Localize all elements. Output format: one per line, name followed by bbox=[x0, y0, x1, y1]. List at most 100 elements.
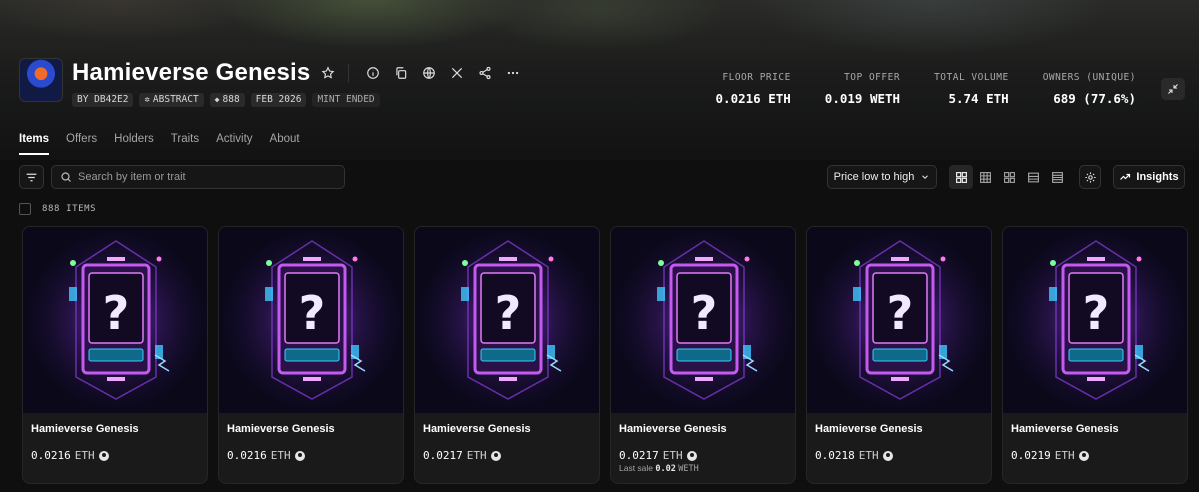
item-card[interactable]: ? Hamieverse Genesis 0.0217 ETH Last sal… bbox=[610, 226, 796, 484]
svg-text:?: ? bbox=[887, 286, 914, 340]
chain-label: ABSTRACT bbox=[152, 94, 199, 105]
item-name: Hamieverse Genesis bbox=[227, 423, 335, 435]
item-price-currency: ETH bbox=[74, 449, 95, 462]
item-image[interactable]: ? bbox=[415, 227, 599, 413]
collection-tags: BY DB42E2 ✲ ABSTRACT ◆ 888 FEB 2026 MINT… bbox=[72, 93, 380, 107]
search-icon bbox=[61, 172, 71, 182]
info-icon[interactable] bbox=[363, 63, 383, 83]
item-card[interactable]: ? Hamieverse Genesis 0.0218 ETH bbox=[806, 226, 992, 484]
item-card[interactable]: ? Hamieverse Genesis 0.0219 ETH bbox=[1002, 226, 1188, 484]
chain-tag[interactable]: ✲ ABSTRACT bbox=[139, 93, 204, 107]
stat-value: 0.019 WETH bbox=[824, 91, 901, 106]
item-image[interactable]: ? bbox=[23, 227, 207, 413]
last-sale-value: 0.02 bbox=[655, 464, 676, 474]
tab-items[interactable]: Items bbox=[19, 133, 50, 155]
last-sale-currency: WETH bbox=[678, 464, 699, 474]
item-price-value: 0.0218 bbox=[815, 449, 855, 462]
list-icon bbox=[1027, 172, 1039, 182]
chevron-down-icon bbox=[922, 175, 929, 180]
search-box[interactable] bbox=[51, 165, 345, 189]
abstract-chain-icon bbox=[686, 450, 697, 461]
sort-dropdown[interactable]: Price low to high bbox=[827, 165, 937, 189]
tab-traits[interactable]: Traits bbox=[171, 133, 199, 155]
last-sale-label: Last sale bbox=[619, 463, 654, 473]
item-price-value: 0.0216 bbox=[31, 449, 71, 462]
view-gallery-button[interactable] bbox=[997, 165, 1021, 189]
settings-button[interactable] bbox=[1079, 165, 1101, 189]
divider bbox=[348, 64, 350, 82]
item-name: Hamieverse Genesis bbox=[31, 423, 139, 435]
view-mode-toggle bbox=[949, 165, 1069, 189]
mystery-card-art: ? bbox=[36, 240, 196, 400]
view-list-button[interactable] bbox=[1021, 165, 1045, 189]
select-all-checkbox[interactable] bbox=[19, 203, 31, 215]
stat-value: 689 (77.6%) bbox=[1053, 91, 1136, 106]
view-small-grid-button[interactable] bbox=[973, 165, 997, 189]
item-image[interactable]: ? bbox=[807, 227, 991, 413]
tab-activity[interactable]: Activity bbox=[216, 133, 252, 155]
view-large-grid-button[interactable] bbox=[949, 165, 973, 189]
star-icon[interactable] bbox=[318, 63, 338, 83]
item-name: Hamieverse Genesis bbox=[423, 423, 531, 435]
stat-value: 0.0216 ETH bbox=[715, 91, 791, 106]
items-grid: ? Hamieverse Genesis 0.0216 ETH ? Hamiev… bbox=[22, 226, 1188, 484]
item-name: Hamieverse Genesis bbox=[815, 423, 923, 435]
mystery-card-art: ? bbox=[624, 240, 784, 400]
date-label: FEB 2026 bbox=[255, 94, 302, 105]
item-price-currency: ETH bbox=[270, 449, 291, 462]
collapse-icon bbox=[1168, 84, 1178, 94]
item-image[interactable]: ? bbox=[1003, 227, 1187, 413]
insights-label: Insights bbox=[1136, 171, 1179, 183]
small-grid-icon bbox=[979, 171, 991, 183]
more-icon[interactable] bbox=[503, 63, 523, 83]
copy-icon[interactable] bbox=[391, 63, 411, 83]
item-price-currency: ETH bbox=[662, 449, 683, 462]
gear-icon bbox=[1084, 171, 1096, 183]
stat-floor-price: FLOOR PRICE 0.0216 ETH bbox=[716, 72, 791, 106]
collapse-stats-button[interactable] bbox=[1161, 78, 1185, 100]
last-sale: Last sale 0.02 WETH bbox=[619, 463, 699, 474]
item-card[interactable]: ? Hamieverse Genesis 0.0216 ETH bbox=[22, 226, 208, 484]
mint-status-tag: MINT ENDED bbox=[312, 93, 380, 107]
supply-label: 888 bbox=[222, 94, 240, 105]
filter-button[interactable] bbox=[19, 165, 44, 189]
stat-top-offer: TOP OFFER 0.019 WETH bbox=[825, 72, 900, 106]
item-price: 0.0219 ETH bbox=[1011, 449, 1089, 462]
svg-text:?: ? bbox=[299, 286, 326, 340]
tab-offers[interactable]: Offers bbox=[66, 133, 97, 155]
globe-icon[interactable] bbox=[419, 63, 439, 83]
item-image[interactable]: ? bbox=[219, 227, 403, 413]
stat-label: OWNERS (UNIQUE) bbox=[1042, 72, 1136, 83]
item-card[interactable]: ? Hamieverse Genesis 0.0217 ETH bbox=[414, 226, 600, 484]
supply-tag: ◆ 888 bbox=[209, 93, 245, 107]
abstract-chain-icon bbox=[490, 450, 501, 461]
view-table-button[interactable] bbox=[1045, 165, 1069, 189]
share-icon[interactable] bbox=[475, 63, 495, 83]
date-tag: FEB 2026 bbox=[250, 93, 307, 107]
item-card[interactable]: ? Hamieverse Genesis 0.0216 ETH bbox=[218, 226, 404, 484]
mint-status-label: MINT ENDED bbox=[317, 94, 375, 105]
abstract-chain-icon bbox=[1078, 450, 1089, 461]
svg-text:?: ? bbox=[103, 286, 130, 340]
collection-avatar[interactable] bbox=[19, 58, 63, 102]
tab-about[interactable]: About bbox=[270, 133, 300, 155]
items-count-row: 888 ITEMS bbox=[19, 203, 96, 215]
mystery-card-art: ? bbox=[232, 240, 392, 400]
abstract-chain-icon bbox=[294, 450, 305, 461]
creator-tag[interactable]: BY DB42E2 bbox=[72, 93, 134, 107]
item-price-value: 0.0216 bbox=[227, 449, 267, 462]
layers-icon: ◆ bbox=[214, 95, 220, 104]
creator-label: BY DB42E2 bbox=[77, 94, 129, 105]
item-price-currency: ETH bbox=[466, 449, 487, 462]
insights-button[interactable]: Insights bbox=[1113, 165, 1185, 189]
x-twitter-icon[interactable] bbox=[447, 63, 467, 83]
item-name: Hamieverse Genesis bbox=[619, 423, 727, 435]
item-price: 0.0217 ETH bbox=[619, 449, 697, 462]
item-image[interactable]: ? bbox=[611, 227, 795, 413]
stat-total-volume: TOTAL VOLUME 5.74 ETH bbox=[934, 72, 1009, 106]
gallery-icon bbox=[1003, 171, 1015, 183]
item-price: 0.0216 ETH bbox=[31, 449, 109, 462]
stat-label: FLOOR PRICE bbox=[722, 72, 791, 83]
search-input[interactable] bbox=[78, 171, 328, 183]
tab-holders[interactable]: Holders bbox=[114, 133, 154, 155]
